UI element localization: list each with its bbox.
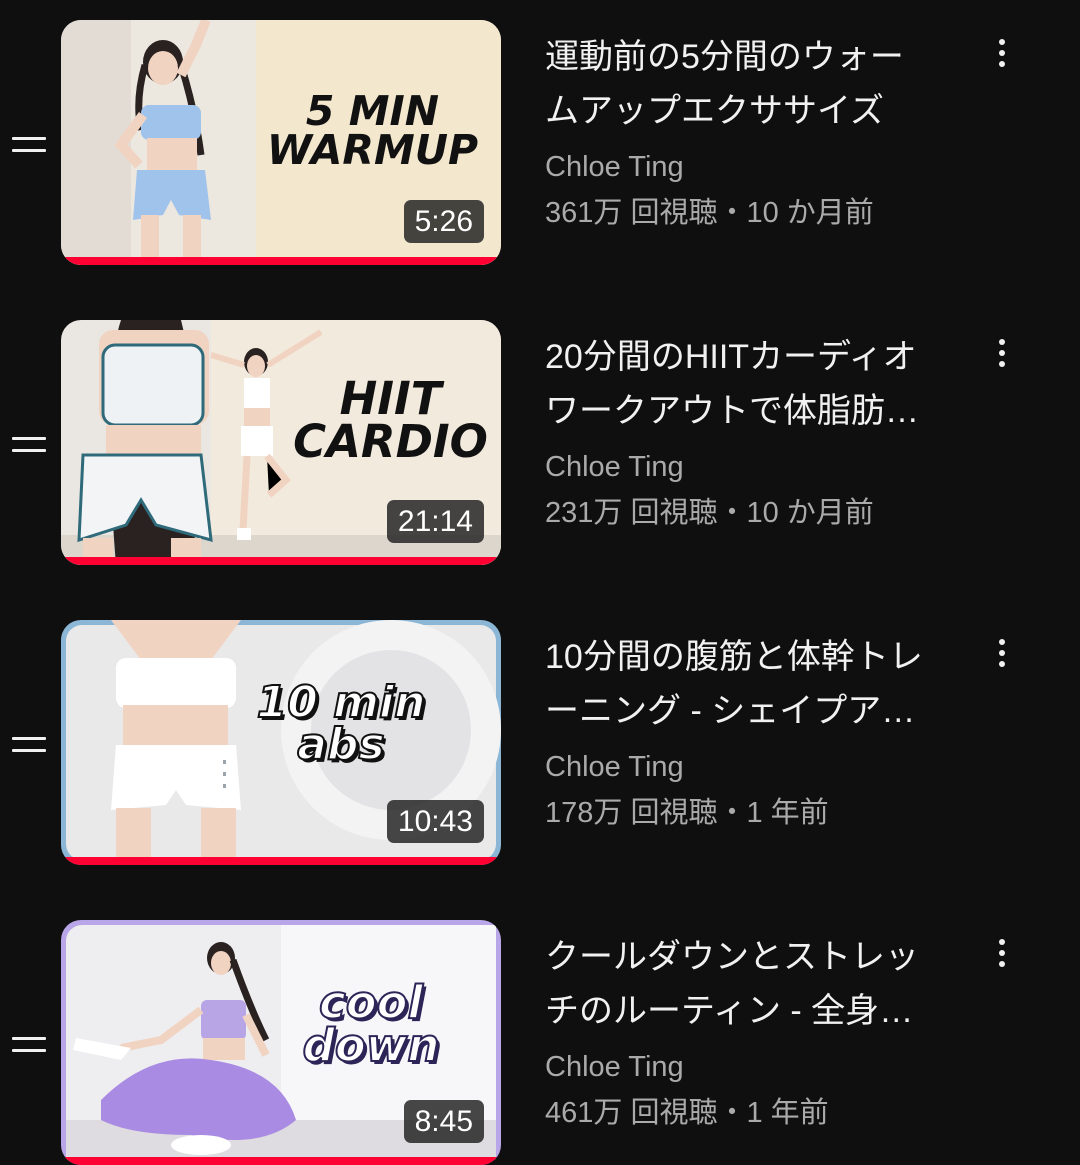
video-thumbnail[interactable]: 5 MIN WARMUP 5:26 bbox=[61, 20, 501, 265]
thumbnail-caption: 10 min abs bbox=[256, 677, 427, 770]
thumbnail-caption: cool down bbox=[302, 976, 441, 1072]
drag-handle-icon[interactable] bbox=[12, 134, 48, 158]
watch-progress-fill bbox=[61, 557, 501, 565]
drag-handle-icon[interactable] bbox=[12, 434, 48, 458]
playlist-item[interactable]: 5 MIN WARMUP 5:26 運動前の5分間のウォームアップエクササイズ … bbox=[0, 20, 1080, 265]
channel-name: Chloe Ting bbox=[545, 1051, 684, 1083]
channel-name: Chloe Ting bbox=[545, 751, 684, 783]
video-stats: 361万 回視聴・10 か月前 bbox=[545, 197, 874, 229]
playlist-item[interactable]: cool down 8:45 クールダウンとストレッチのルーティン - 全身スト… bbox=[0, 920, 1080, 1165]
duration-badge: 10:43 bbox=[386, 799, 484, 843]
watch-progress-bar bbox=[61, 857, 501, 865]
playlist: 5 MIN WARMUP 5:26 運動前の5分間のウォームアップエクササイズ … bbox=[0, 0, 1080, 1165]
more-vert-icon[interactable] bbox=[980, 330, 1024, 374]
video-title[interactable]: 10分間の腹筋と体幹トレーニング - シェイプアップ bbox=[545, 630, 935, 738]
more-vert-icon[interactable] bbox=[980, 30, 1024, 74]
video-title[interactable]: 運動前の5分間のウォームアップエクササイズ bbox=[545, 30, 935, 138]
playlist-item[interactable]: 10 min abs 10:43 10分間の腹筋と体幹トレーニング - シェイプ… bbox=[0, 620, 1080, 865]
video-meta: 運動前の5分間のウォームアップエクササイズ Chloe Ting 361万 回視… bbox=[545, 30, 935, 236]
watch-progress-fill bbox=[61, 257, 501, 265]
video-stats: 231万 回視聴・10 か月前 bbox=[545, 497, 874, 529]
video-thumbnail[interactable]: 10 min abs 10:43 bbox=[61, 620, 501, 865]
watch-progress-fill bbox=[61, 857, 501, 865]
more-vert-icon[interactable] bbox=[980, 630, 1024, 674]
video-thumbnail[interactable]: HIIT CARDIO 21:14 bbox=[61, 320, 501, 565]
drag-handle-icon[interactable] bbox=[12, 734, 48, 758]
video-stats: 178万 回視聴・1 年前 bbox=[545, 797, 829, 829]
video-meta: クールダウンとストレッチのルーティン - 全身ストレッチ Chloe Ting … bbox=[545, 930, 935, 1136]
playlist-item[interactable]: HIIT CARDIO 21:14 20分間のHIITカーディオワークアウトで体… bbox=[0, 320, 1080, 565]
video-meta: 20分間のHIITカーディオワークアウトで体脂肪燃焼 Chloe Ting 23… bbox=[545, 330, 935, 536]
video-stats: 461万 回視聴・1 年前 bbox=[545, 1097, 829, 1129]
watch-progress-bar bbox=[61, 557, 501, 565]
video-thumbnail[interactable]: cool down 8:45 bbox=[61, 920, 501, 1165]
thumbnail-caption: HIIT CARDIO bbox=[293, 372, 488, 468]
watch-progress-bar bbox=[61, 257, 501, 265]
duration-badge: 5:26 bbox=[403, 199, 484, 243]
thumbnail-caption: 5 MIN WARMUP bbox=[266, 87, 479, 174]
duration-badge: 8:45 bbox=[403, 1099, 484, 1143]
more-vert-icon[interactable] bbox=[980, 930, 1024, 974]
channel-name: Chloe Ting bbox=[545, 451, 684, 483]
video-meta: 10分間の腹筋と体幹トレーニング - シェイプアップ Chloe Ting 17… bbox=[545, 630, 935, 836]
channel-name: Chloe Ting bbox=[545, 151, 684, 183]
drag-handle-icon[interactable] bbox=[12, 1034, 48, 1058]
video-title[interactable]: クールダウンとストレッチのルーティン - 全身ストレッチ bbox=[545, 930, 935, 1038]
duration-badge: 21:14 bbox=[386, 499, 484, 543]
video-title[interactable]: 20分間のHIITカーディオワークアウトで体脂肪燃焼 bbox=[545, 330, 935, 438]
